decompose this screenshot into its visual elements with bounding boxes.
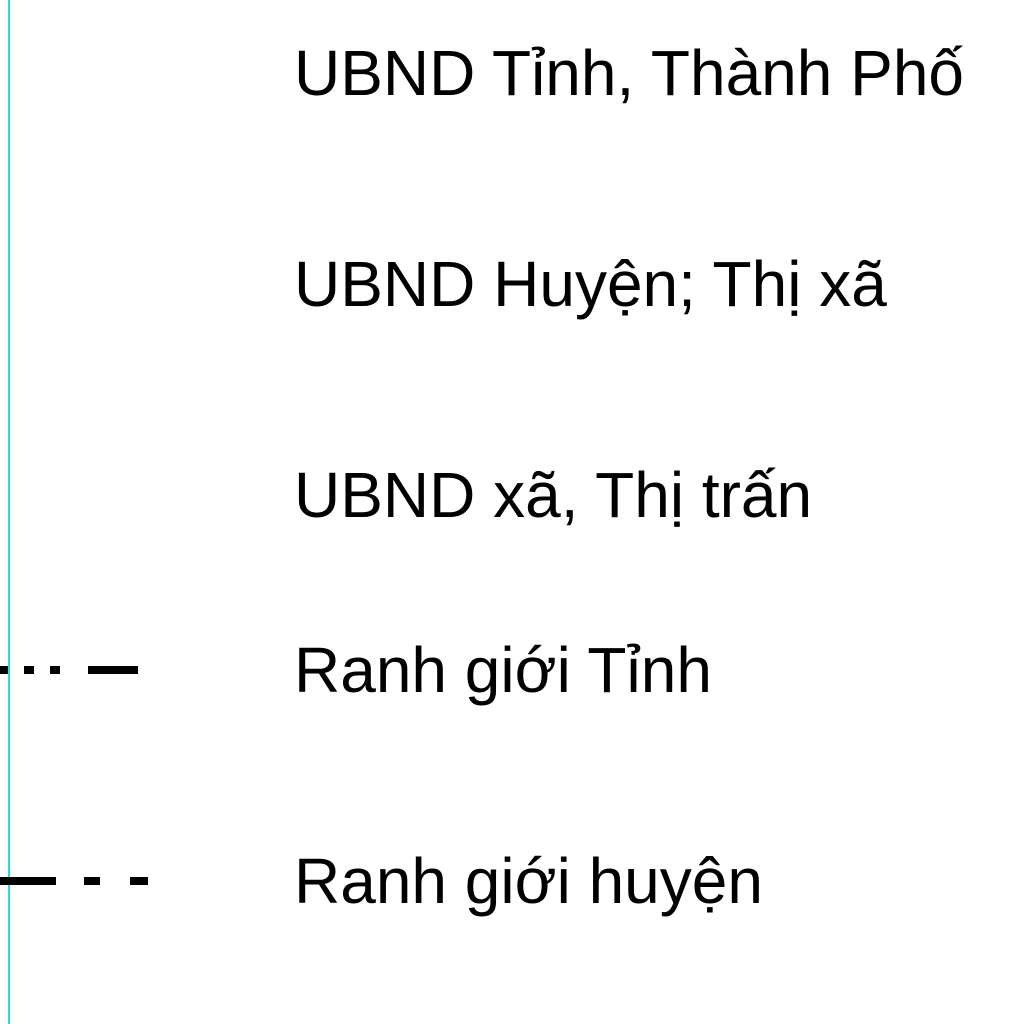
legend-label-district-office: UBND Huyện; Thị xã bbox=[294, 248, 887, 320]
province-boundary-line-icon bbox=[0, 666, 138, 674]
legend-label-province-boundary: Ranh giới Tỉnh bbox=[294, 634, 712, 706]
legend-item-province-boundary: Ranh giới Tỉnh bbox=[0, 615, 1024, 725]
legend-item-district-boundary: Ranh giới huyện bbox=[0, 826, 1024, 936]
legend-item-commune-office: UBND xã, Thị trấn bbox=[0, 440, 1024, 550]
legend-label-commune-office: UBND xã, Thị trấn bbox=[294, 459, 813, 531]
legend-label-district-boundary: Ranh giới huyện bbox=[294, 845, 763, 917]
district-boundary-line-icon bbox=[0, 877, 148, 885]
legend-item-district-office: UBND Huyện; Thị xã bbox=[0, 229, 1024, 339]
legend-label-province-office: UBND Tỉnh, Thành Phố bbox=[294, 37, 964, 109]
map-legend: UBND Tỉnh, Thành Phố UBND Huyện; Thị xã … bbox=[0, 0, 1024, 1024]
legend-item-province-office: UBND Tỉnh, Thành Phố bbox=[0, 18, 1024, 128]
